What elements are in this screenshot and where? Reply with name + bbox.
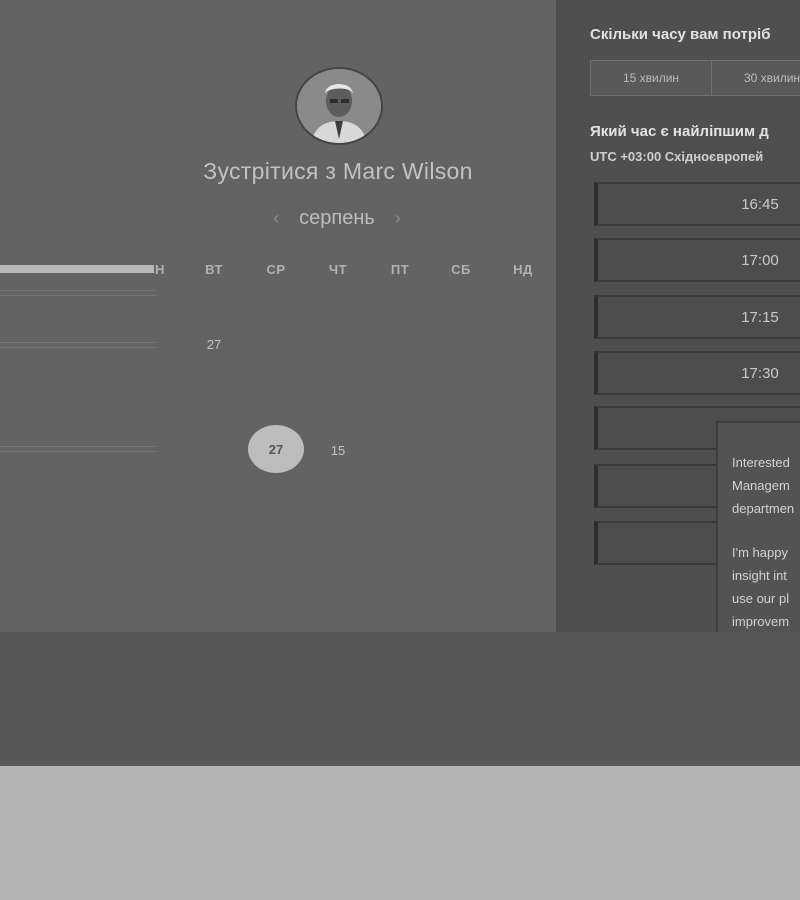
timezone-label[interactable]: UTC +03:00 Східноєвропей bbox=[590, 149, 763, 164]
selected-day[interactable]: 27 bbox=[248, 425, 304, 473]
weekday-sun: НД bbox=[513, 262, 533, 277]
footer-band bbox=[0, 632, 800, 766]
row-divider bbox=[0, 295, 156, 296]
day-cell[interactable]: 27 bbox=[194, 337, 234, 352]
calendar-panel: Зустрітися з Marc Wilson ‹ серпень › Н В… bbox=[0, 0, 556, 632]
day-cell[interactable]: 15 bbox=[318, 443, 358, 458]
time-slot-label: 17:15 bbox=[741, 308, 779, 326]
time-slot[interactable]: 17:15 bbox=[594, 295, 800, 339]
time-slot-label: 17:30 bbox=[741, 364, 779, 382]
duration-option-15[interactable]: 15 хвилин bbox=[591, 61, 712, 95]
row-divider bbox=[0, 451, 156, 452]
month-navigation: ‹ серпень › bbox=[230, 204, 444, 232]
time-question: Який час є найліпшим д bbox=[590, 123, 769, 140]
time-slot[interactable]: 17:00 bbox=[594, 238, 800, 282]
duration-selector: 15 хвилин 30 хвилин bbox=[590, 60, 800, 96]
weekday-fri: ПТ bbox=[390, 262, 410, 277]
time-slot-label: 17:00 bbox=[741, 251, 779, 269]
app-root: Зустрітися з Marc Wilson ‹ серпень › Н В… bbox=[0, 0, 800, 900]
time-slot-label: 16:45 bbox=[741, 195, 779, 213]
time-slot[interactable]: 17:30 bbox=[594, 351, 800, 395]
row-divider bbox=[0, 342, 156, 343]
weekday-wed: СР bbox=[266, 262, 286, 277]
host-avatar bbox=[295, 67, 383, 145]
row-divider bbox=[0, 446, 156, 447]
weekday-thu: ЧТ bbox=[328, 262, 348, 277]
prev-month-icon[interactable]: ‹ bbox=[273, 208, 279, 229]
weekday-tue: ВТ bbox=[205, 262, 223, 277]
meeting-title: Зустрітися з Marc Wilson bbox=[203, 158, 473, 184]
duration-question: Скільки часу вам потріб bbox=[590, 26, 771, 43]
month-label: серпень bbox=[299, 206, 375, 229]
weekday-mon: Н bbox=[155, 262, 165, 277]
weekday-sat: СБ bbox=[451, 262, 471, 277]
time-slot[interactable]: 16:45 bbox=[594, 182, 800, 226]
duration-option-30[interactable]: 30 хвилин bbox=[712, 61, 800, 95]
row-divider bbox=[0, 290, 156, 291]
row-divider bbox=[0, 347, 156, 348]
next-month-icon[interactable]: › bbox=[395, 208, 401, 229]
popover-paragraph-1: Interested Managem departmen bbox=[732, 455, 795, 516]
weekday-header-bar bbox=[0, 265, 154, 273]
